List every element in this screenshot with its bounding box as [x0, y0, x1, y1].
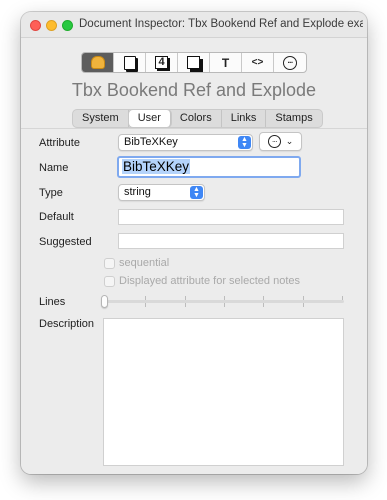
general-pane-button[interactable] — [82, 53, 114, 72]
default-label: Default — [39, 211, 74, 223]
slider-tick — [185, 303, 186, 307]
attribute-popup-value: BibTeXKey — [124, 136, 178, 148]
inspector-window: Document Inspector: Tbx Bookend Ref and … — [21, 12, 367, 474]
slider-tick — [263, 303, 264, 307]
inspector-pane-toolbar: 4 T <> ··· — [81, 52, 307, 73]
slider-tick — [224, 296, 225, 300]
stack-pane-button[interactable] — [178, 53, 210, 72]
lines-slider-knob[interactable] — [101, 295, 108, 308]
slider-tick — [303, 303, 304, 307]
tab-user[interactable]: User — [128, 110, 171, 127]
slider-tick — [185, 296, 186, 300]
text-pane-button[interactable] — [114, 53, 146, 72]
window-title: Document Inspector: Tbx Bookend Ref and … — [79, 18, 363, 30]
suggested-field[interactable] — [118, 233, 344, 249]
minimize-window-button[interactable] — [46, 20, 57, 31]
suggested-label: Suggested — [39, 236, 92, 248]
sequential-label: sequential — [119, 257, 170, 269]
action-pane-button[interactable]: <> — [242, 53, 274, 72]
lines-label: Lines — [39, 296, 66, 308]
text-icon: T — [221, 55, 230, 70]
note-title: Tbx Bookend Ref and Explode — [71, 80, 317, 100]
displayed-attribute-checkbox[interactable] — [104, 276, 115, 287]
more-pane-button[interactable]: ··· — [274, 53, 306, 72]
type-label: Type — [39, 187, 63, 199]
more-circle-icon: ··· — [283, 55, 297, 70]
type-popup-value: string — [124, 186, 151, 198]
gloves-icon — [90, 56, 105, 69]
name-field[interactable]: BibTeXKey — [117, 156, 301, 178]
slider-tick — [145, 303, 146, 307]
slider-tick — [303, 296, 304, 300]
tab-stamps[interactable]: Stamps — [266, 110, 321, 127]
displayed-attribute-label: Displayed attribute for selected notes — [119, 275, 300, 287]
tab-links[interactable]: Links — [222, 110, 267, 127]
chevron-down-icon: ⌄ — [285, 136, 294, 146]
description-label: Description — [39, 318, 95, 330]
default-field[interactable] — [118, 209, 344, 225]
number-4-icon: 4 — [155, 56, 168, 69]
title-bar[interactable]: Document Inspector: Tbx Bookend Ref and … — [21, 12, 367, 38]
zoom-window-button[interactable] — [62, 20, 73, 31]
stacked-page-icon — [187, 56, 200, 69]
slider-tick — [263, 296, 264, 300]
sequential-checkbox[interactable] — [104, 258, 115, 269]
slider-tick — [342, 296, 343, 300]
type-popup[interactable]: string ▲ ▼ — [118, 184, 205, 201]
inspector-tabs: System User Colors Links Stamps — [72, 109, 323, 128]
description-textarea[interactable] — [103, 318, 344, 466]
slider-tick — [224, 303, 225, 307]
tab-system[interactable]: System — [73, 110, 129, 127]
note-page-icon — [123, 55, 136, 70]
code-icon: <> — [251, 57, 264, 68]
appearance-pane-button[interactable]: 4 — [146, 53, 178, 72]
name-label: Name — [39, 162, 69, 174]
more-circle-icon: ··· — [267, 135, 281, 148]
attribute-action-menu-button[interactable]: ··· ⌄ — [259, 132, 302, 151]
slider-tick — [145, 296, 146, 300]
attribute-popup[interactable]: BibTeXKey ▲ ▼ — [118, 134, 253, 151]
tab-colors[interactable]: Colors — [171, 110, 222, 127]
popup-arrows-icon: ▲ ▼ — [190, 186, 203, 199]
popup-arrows-icon: ▲ ▼ — [238, 136, 251, 149]
text-style-pane-button[interactable]: T — [210, 53, 242, 72]
attribute-label: Attribute — [39, 137, 80, 149]
close-window-button[interactable] — [30, 20, 41, 31]
name-field-value: BibTeXKey — [122, 159, 191, 174]
